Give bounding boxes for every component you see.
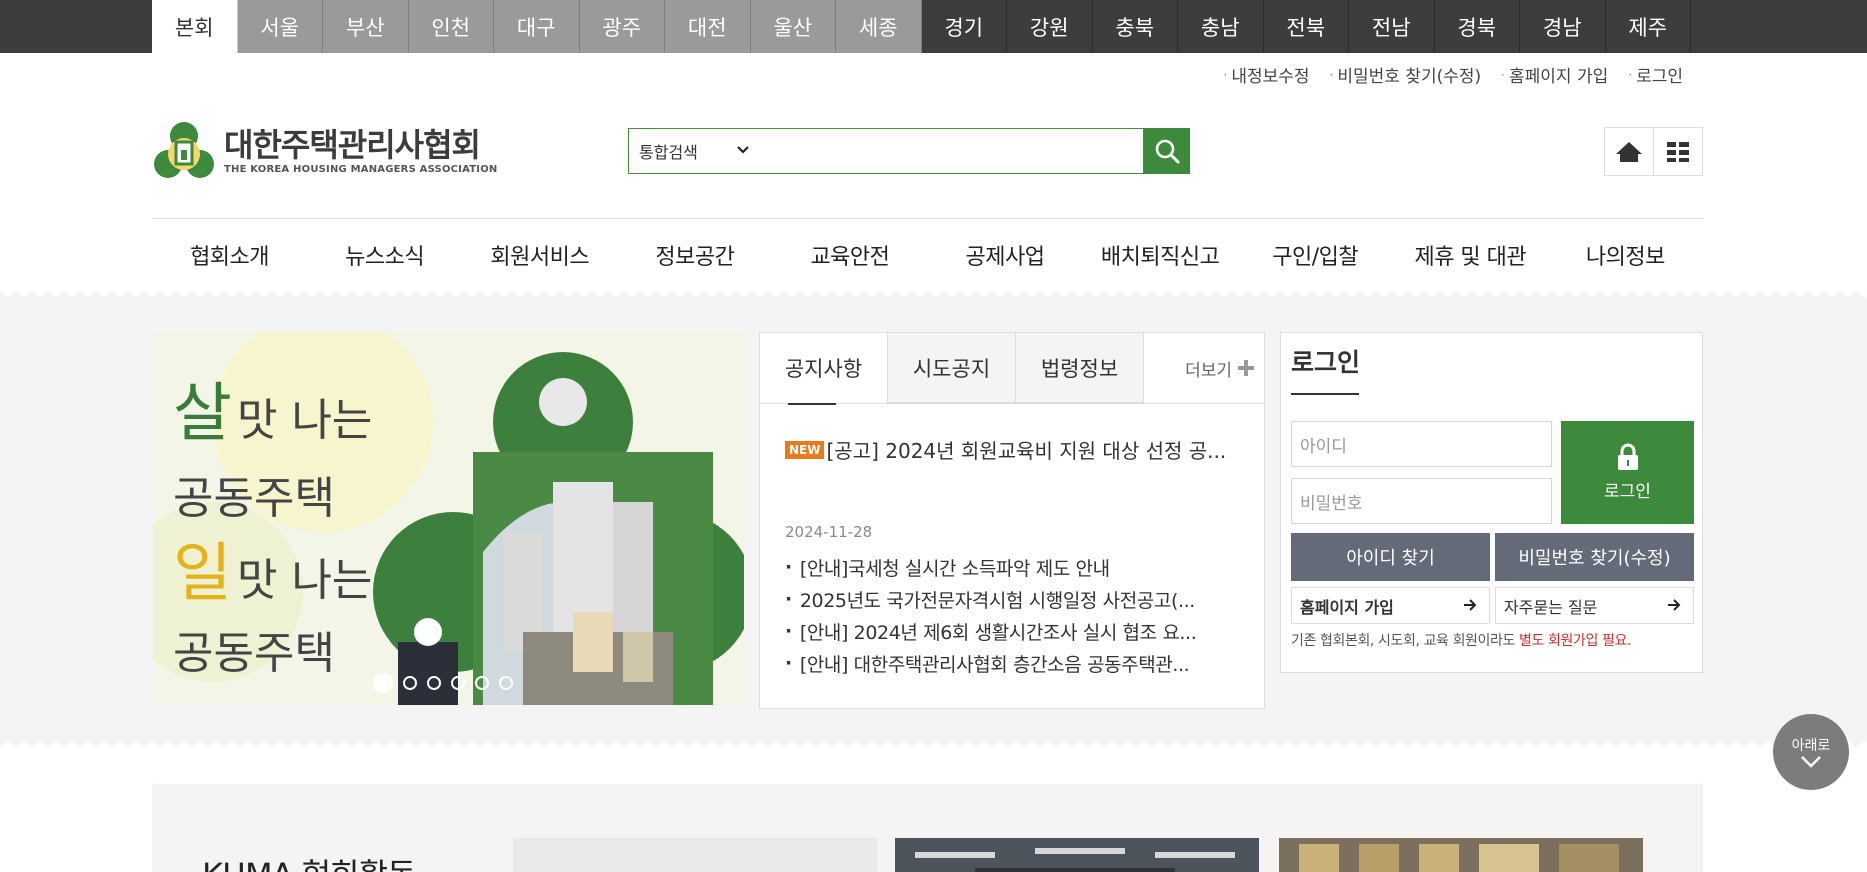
region-tab[interactable]: 경남: [1520, 0, 1606, 53]
activity-photo[interactable]: [895, 838, 1259, 872]
search-scope-select[interactable]: 통합검색: [639, 139, 750, 163]
search-button[interactable]: [1144, 128, 1190, 174]
join-button[interactable]: 홈페이지 가입: [1291, 587, 1490, 624]
search-input[interactable]: 통합검색: [628, 128, 1144, 174]
activity-photo[interactable]: [1279, 838, 1643, 872]
gnb-item[interactable]: 협회소개: [152, 219, 307, 291]
gnb-item[interactable]: 회원서비스: [462, 219, 617, 291]
signup-notice: 기존 협회본회, 시도회, 교육 회원이라도 별도 회원가입 필요.: [1291, 633, 1632, 649]
gnb-item[interactable]: 나의정보: [1548, 219, 1703, 291]
gnb-item[interactable]: 뉴스소식: [307, 219, 462, 291]
page: 본회 서울 부산 인천 대구 광주 대전 울산 세종 경기 강원 충북 충남 전북 전남 경북 경남 제주 · 내정…: [0, 0, 1867, 872]
tab-law-info[interactable]: 법령정보: [1016, 333, 1144, 403]
notice-list-item[interactable]: 2025년도 국가전문자격시험 시행일정 사전공고(...: [785, 583, 1196, 615]
pagination-dot[interactable]: [403, 676, 417, 690]
notice-tabs: 공지사항 시도공지 법령정보 더보기: [760, 333, 1264, 405]
gnb-item[interactable]: 배치퇴직신고: [1083, 219, 1238, 291]
region-tab[interactable]: 제주: [1606, 0, 1691, 53]
chevron-down-icon: [1801, 756, 1821, 768]
region-tab[interactable]: 경기: [922, 0, 1007, 53]
logo-title: 대한주택관리사협회: [224, 125, 481, 164]
util-edit-profile[interactable]: · 내정보수정: [1224, 62, 1310, 87]
notice-featured-item[interactable]: NEW [공고] 2024년 회원교육비 지원 대상 선정 공...: [785, 435, 1226, 464]
region-tab[interactable]: 인천: [408, 0, 494, 53]
section-title: KHMA 협회활동: [202, 850, 416, 872]
region-tab[interactable]: 경북: [1435, 0, 1520, 53]
zigzag-divider-bottom: [0, 736, 1867, 748]
main-nav: 협회소개 뉴스소식 회원서비스 정보공간 교육안전 공제사업 배치퇴직신고 구인/입찰 제휴 및…: [152, 218, 1703, 291]
home-button[interactable]: [1604, 127, 1654, 176]
gnb-item[interactable]: 공제사업: [927, 219, 1082, 291]
arrow-right-icon: [1463, 596, 1477, 615]
zigzag-divider-top: [0, 290, 1867, 302]
region-tab[interactable]: 세종: [836, 0, 922, 53]
region-tab[interactable]: 광주: [579, 0, 665, 53]
logo-emblem-icon: [154, 122, 214, 178]
find-id-button[interactable]: 아이디 찾기: [1291, 533, 1490, 581]
notice-date: 2024-11-28: [785, 523, 873, 541]
pagination-dot[interactable]: [475, 676, 489, 690]
region-tab[interactable]: 본회: [152, 0, 238, 53]
region-tab[interactable]: 전북: [1264, 0, 1349, 53]
id-input[interactable]: 아이디: [1291, 421, 1552, 467]
region-tab[interactable]: 충남: [1178, 0, 1264, 53]
lock-icon: [1617, 443, 1638, 470]
gnb-item[interactable]: 정보공간: [617, 219, 772, 291]
sitemap-button[interactable]: [1653, 127, 1703, 176]
region-tab[interactable]: 전남: [1349, 0, 1435, 53]
region-tab[interactable]: 충북: [1093, 0, 1178, 53]
more-link[interactable]: 더보기: [1144, 333, 1264, 403]
find-password-button[interactable]: 비밀번호 찾기(수정): [1495, 533, 1694, 581]
main-banner[interactable]: 살 맛 나는 공동주택 일 맛 나는 공동주택: [153, 332, 744, 705]
gnb-item[interactable]: 구인/입찰: [1238, 219, 1393, 291]
gnb-item[interactable]: 교육안전: [772, 219, 927, 291]
notice-list-item[interactable]: [안내] 대한주택관리사협회 층간소음 공동주택관...: [785, 647, 1196, 679]
pagination-dot[interactable]: [427, 676, 441, 690]
login-button[interactable]: 로그인: [1561, 421, 1694, 524]
region-tab[interactable]: 강원: [1007, 0, 1093, 53]
login-title-underline: [1291, 393, 1359, 395]
pagination-dot[interactable]: [499, 676, 513, 690]
region-tab[interactable]: 울산: [750, 0, 836, 53]
notice-list-item[interactable]: [안내] 2024년 제6회 생활시간조사 실시 협조 요...: [785, 615, 1197, 647]
region-bar: 본회 서울 부산 인천 대구 광주 대전 울산 세종 경기 강원 충북 충남 전북 전남 경북 경남 제주: [0, 0, 1867, 53]
new-badge: NEW: [785, 440, 825, 459]
site-logo[interactable]: 대한주택관리사협회 THE KOREA HOUSING MANAGERS ASS…: [152, 120, 497, 182]
region-tab[interactable]: 대전: [665, 0, 751, 53]
tab-notice[interactable]: 공지사항: [760, 333, 888, 405]
search-bar: 통합검색: [628, 128, 1190, 174]
tab-regional-notice[interactable]: 시도공지: [888, 333, 1016, 403]
grid-menu-icon: [1667, 141, 1689, 162]
notice-list-item[interactable]: [안내]국세청 실시간 소득파악 제도 안내: [785, 551, 1196, 583]
password-input[interactable]: 비밀번호: [1291, 478, 1552, 524]
login-panel: 로그인 아이디 비밀번호 로그인 아이디 찾기 비밀번호 찾기(수정) 홈페이지…: [1280, 332, 1703, 673]
activity-photo[interactable]: [513, 838, 877, 872]
region-tab[interactable]: 부산: [323, 0, 409, 53]
plus-icon: [1238, 360, 1254, 376]
faq-button[interactable]: 자주묻는 질문: [1495, 587, 1694, 624]
scroll-down-button[interactable]: 아래로: [1773, 714, 1849, 790]
notice-board: 공지사항 시도공지 법령정보 더보기 NEW [공고] 2024년 회원교육비 …: [759, 332, 1265, 709]
home-icon: [1616, 141, 1642, 162]
chevron-down-icon: [736, 143, 750, 159]
arrow-right-icon: [1667, 596, 1681, 615]
login-title: 로그인: [1291, 348, 1361, 377]
util-find-password[interactable]: · 비밀번호 찾기(수정): [1330, 62, 1482, 87]
util-join[interactable]: · 홈페이지 가입: [1501, 62, 1608, 87]
util-login[interactable]: · 로그인: [1628, 62, 1683, 87]
logo-subtitle: THE KOREA HOUSING MANAGERS ASSOCIATION: [224, 163, 498, 175]
pagination-dot[interactable]: [451, 676, 465, 690]
utility-links: · 내정보수정 · 비밀번호 찾기(수정) · 홈페이지 가입 · 로그인: [1224, 62, 1683, 87]
pagination-dot[interactable]: [373, 673, 393, 693]
region-tab[interactable]: 대구: [494, 0, 580, 53]
gnb-item[interactable]: 제휴 및 대관: [1393, 219, 1548, 291]
notice-list: [안내]국세청 실시간 소득파악 제도 안내2025년도 국가전문자격시험 시행…: [785, 551, 1197, 679]
banner-pagination: [373, 673, 513, 693]
search-icon: [1155, 139, 1180, 164]
region-tab[interactable]: 서울: [237, 0, 323, 53]
region-tabs: 본회 서울 부산 인천 대구 광주 대전 울산 세종 경기 강원 충북 충남 전북 전남 경북 경남 제주: [152, 0, 1691, 53]
